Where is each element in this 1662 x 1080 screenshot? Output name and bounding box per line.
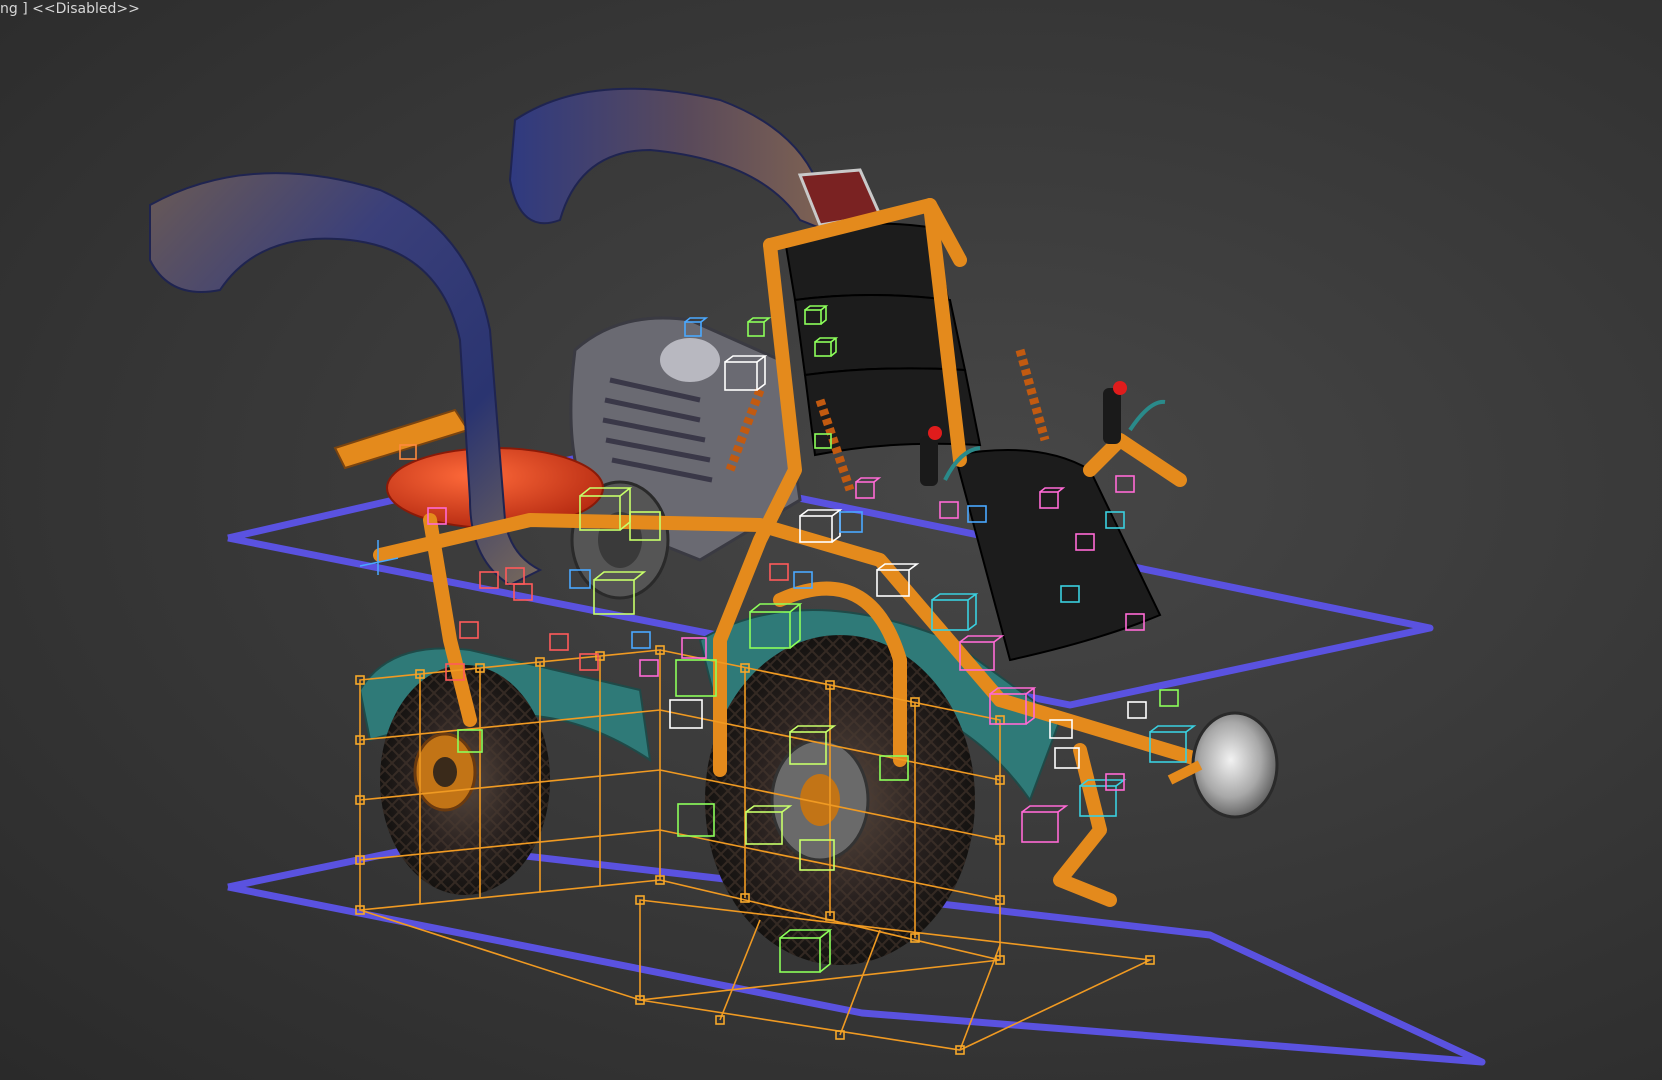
helper-cube[interactable] (1127, 701, 1147, 719)
headlight[interactable] (1167, 711, 1279, 819)
helper-cube[interactable] (939, 501, 959, 519)
helper-cube[interactable] (631, 631, 651, 649)
helper-cube[interactable] (639, 659, 659, 677)
scene-canvas[interactable] (0, 0, 1662, 1080)
helper-cube[interactable] (1159, 689, 1179, 707)
helper-cube[interactable] (1115, 475, 1135, 493)
helper-cube[interactable] (855, 477, 882, 499)
helper-cube[interactable] (669, 699, 703, 729)
helper-cube[interactable] (459, 621, 479, 639)
helper-cube[interactable] (769, 563, 789, 581)
helper-cube[interactable] (839, 511, 863, 533)
exhaust-pipe-left[interactable] (149, 172, 543, 587)
3d-viewport[interactable]: ng ] <<Disabled>> (0, 0, 1662, 1080)
helper-cube[interactable] (747, 317, 772, 337)
helper-cube[interactable] (1021, 805, 1069, 843)
helper-cube[interactable] (549, 633, 569, 651)
